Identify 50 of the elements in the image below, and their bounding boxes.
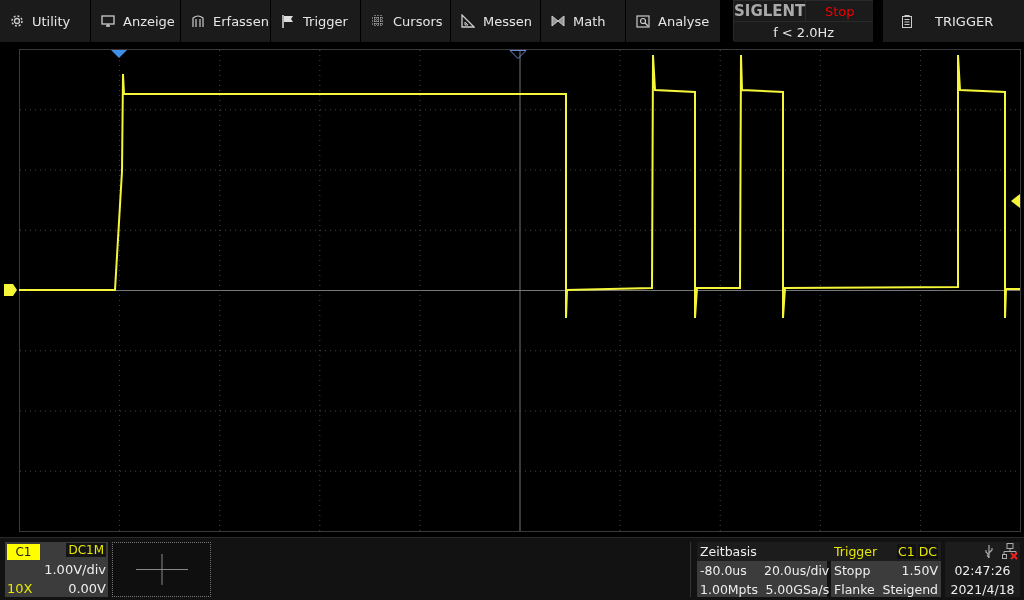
add-channel-slot[interactable] <box>112 542 211 597</box>
menu-button[interactable]: Math <box>541 0 625 42</box>
gear-icon <box>10 14 24 28</box>
memory-depth: 1.00Mpts <box>700 581 758 599</box>
clock-date: 2021/4/18 <box>950 581 1015 599</box>
run-state-label: Stop <box>806 1 874 21</box>
trigger-level-marker-icon[interactable] <box>1011 194 1020 208</box>
menu-button[interactable]: Analyse <box>626 0 720 42</box>
trigger-panel-button[interactable]: TRIGGER <box>883 0 1024 42</box>
clipboard-icon <box>901 13 913 29</box>
trigger-slope: Steigend <box>881 581 938 599</box>
grid-icon <box>371 14 385 28</box>
trigger-source: C1 <box>896 544 916 559</box>
menu-button[interactable]: Cursors <box>361 0 450 42</box>
trigger-type: Flanke <box>834 581 876 599</box>
channel-info-panel[interactable]: C1 DC1M 1.00V/div 10X 0.00V <box>5 542 108 597</box>
menu-button[interactable]: Erfassen <box>181 0 270 42</box>
sample-rate: 5.00GSa/s <box>764 581 830 599</box>
probe-ratio: 10X <box>7 580 34 598</box>
trigger-panel[interactable]: Trigger C1 DC Stopp 1.50V Flanke Steigend <box>831 542 941 597</box>
timebase-title: Zeitbasis <box>700 543 757 561</box>
ruler-icon <box>461 14 475 28</box>
menu-button[interactable]: Utility <box>0 0 90 42</box>
plus-icon <box>135 554 188 585</box>
trigger-mode: Stopp <box>834 562 872 580</box>
trigger-position-marker-icon[interactable] <box>111 50 127 58</box>
channel-marker-icon[interactable] <box>4 284 17 296</box>
channel-badge[interactable]: C1 <box>7 544 40 560</box>
trigger-coupling: DC <box>917 544 938 559</box>
bars-icon <box>191 14 205 28</box>
menu-button[interactable]: Trigger <box>271 0 360 42</box>
horizontal-scale: 20.0us/div <box>763 562 830 580</box>
vertical-scale: 1.00V/div <box>43 561 106 579</box>
trigger-title: Trigger <box>834 543 878 561</box>
vertical-offset: 0.00V <box>67 580 106 598</box>
menu-button[interactable]: Messen <box>451 0 540 42</box>
center-marker-icon <box>509 50 527 59</box>
network-disconnected-icon <box>1002 543 1018 560</box>
trigger-level: 1.50V <box>900 562 938 580</box>
clock-time: 02:47:26 <box>954 562 1011 580</box>
monitor-icon <box>101 14 115 28</box>
brand-logo: SIGLENT <box>734 1 806 21</box>
trigger-frequency: f < 2.0Hz <box>734 22 874 42</box>
math-icon <box>551 14 565 28</box>
usb-icon <box>984 544 994 559</box>
magnifier-icon <box>636 14 650 28</box>
flag-icon <box>281 14 295 28</box>
menu-button[interactable]: Anzeige <box>91 0 180 42</box>
horizontal-delay: -80.0us <box>700 562 748 580</box>
coupling-label: DC1M <box>66 543 106 557</box>
